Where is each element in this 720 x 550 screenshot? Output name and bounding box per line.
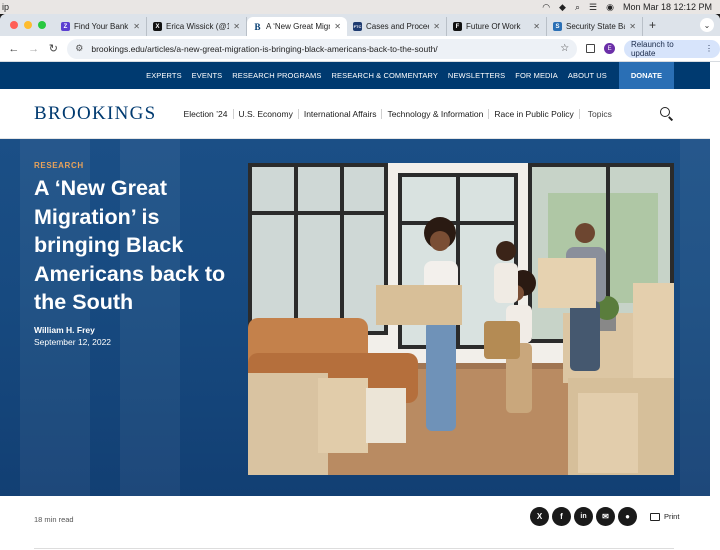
share-facebook-icon[interactable]: f [552,507,571,526]
share-reddit-icon[interactable]: ● [618,507,637,526]
tab-favicon-icon: S [553,22,562,31]
tab-close-icon[interactable]: ✕ [233,22,240,31]
donate-button[interactable]: DONATE [618,62,674,89]
hero-photo [248,163,674,475]
brookings-logo[interactable]: BROOKINGS [34,103,157,125]
share-x-icon[interactable]: X [530,507,549,526]
printer-icon [650,512,660,521]
share-bar: X f in ✉ ● Print [530,507,679,526]
utility-link-research-commentary[interactable]: RESEARCH & COMMENTARY [332,71,438,80]
article-meta-bar: 18 min read X f in ✉ ● Print [0,496,710,550]
tab-favicon-icon: F [453,22,462,31]
browser-toolbar: ← → ↻ ⚙ brookings.edu/articles/a-new-gre… [0,36,720,62]
article-headline: A ‘New Great Migration’ is bringing Blac… [34,176,226,314]
tab-close-icon[interactable]: ✕ [629,22,636,31]
tab-title: Find Your Bank | Ze [74,22,129,31]
article-author[interactable]: William H. Frey [34,325,95,335]
wifi-icon[interactable]: ◠ [542,2,550,12]
side-panel-icon[interactable] [586,44,596,53]
dropbox-icon[interactable]: ◆ [559,2,566,12]
tab-favicon-icon: Z [61,22,70,31]
tab-close-icon[interactable]: ✕ [133,22,140,31]
browser-window: Z Find Your Bank | Ze ✕ X Erica Wissick … [0,14,720,550]
article-category[interactable]: RESEARCH [34,161,84,170]
web-page: EXPERTS EVENTS RESEARCH PROGRAMS RESEARC… [0,62,720,550]
tab-title: Erica Wissick (@110 [166,22,229,31]
utility-link-events[interactable]: EVENTS [192,71,223,80]
window-controls [0,21,55,29]
family-moving-boxes-photo [248,163,674,475]
profile-avatar[interactable]: E [604,43,615,54]
relaunch-button[interactable]: Relaunch to update ⋮ [623,39,720,58]
utility-link-about-us[interactable]: ABOUT US [568,71,607,80]
spotlight-icon[interactable]: ⌕ [575,2,580,12]
nav-item-us-economy[interactable]: U.S. Economy [234,108,299,119]
print-button[interactable]: Print [650,512,679,521]
siri-icon[interactable]: ◉ [606,2,614,12]
nav-item-topics[interactable]: Topics [580,109,617,119]
tab-close-icon[interactable]: ✕ [433,22,440,31]
close-window-button[interactable] [10,21,18,29]
tab-favicon-icon: FTC [353,22,362,31]
utility-link-experts[interactable]: EXPERTS [146,71,182,80]
address-url: brookings.edu/articles/a-new-great-migra… [91,43,438,54]
nav-item-election[interactable]: Election ’24 [179,108,234,119]
tab-close-icon[interactable]: ✕ [334,22,341,31]
address-bar[interactable]: ⚙ brookings.edu/articles/a-new-great-mig… [67,38,578,59]
article-hero: RESEARCH A ‘New Great Migration’ is brin… [0,139,710,496]
tab-favicon-icon: B [253,21,262,32]
bookmark-star-icon[interactable]: ☆ [560,43,569,54]
share-email-icon[interactable]: ✉ [596,507,615,526]
utility-link-research-programs[interactable]: RESEARCH PROGRAMS [232,71,321,80]
read-time: 18 min read [34,515,74,524]
utility-link-newsletters[interactable]: NEWSLETTERS [448,71,505,80]
tab-close-icon[interactable]: ✕ [533,22,540,31]
browser-tab[interactable]: S Security State Bank ✕ [547,17,643,36]
more-menu-icon[interactable]: ⋮ [705,44,713,53]
new-tab-button[interactable]: + [643,18,662,32]
zoom-window-button[interactable] [38,21,46,29]
divider [34,548,674,549]
back-arrow-icon[interactable]: ← [4,43,24,55]
tab-title: A ‘New Great Migra [266,22,331,31]
browser-tab[interactable]: X Erica Wissick (@110 ✕ [147,17,247,36]
nav-item-race-public-policy[interactable]: Race in Public Policy [489,108,580,119]
tab-strip: Z Find Your Bank | Ze ✕ X Erica Wissick … [0,14,720,36]
tab-search-chevron-icon[interactable]: ⌄ [700,18,714,32]
macos-menubar: ip ◠ ◆ ⌕ ☰ ◉ Mon Mar 18 12:12 PM [0,0,720,14]
utility-link-for-media[interactable]: FOR MEDIA [515,71,558,80]
forward-arrow-icon[interactable]: → [24,43,44,55]
browser-tab[interactable]: FTC Cases and Proceedi ✕ [347,17,447,36]
nav-item-international-affairs[interactable]: International Affairs [299,108,383,119]
search-icon[interactable] [660,106,674,121]
tab-title: Future Of Work [466,22,521,31]
share-linkedin-icon[interactable]: in [574,507,593,526]
reload-icon[interactable]: ↻ [44,42,64,55]
tab-title: Cases and Proceedi [366,22,429,31]
control-center-icon[interactable]: ☰ [589,2,597,12]
utility-nav: EXPERTS EVENTS RESEARCH PROGRAMS RESEARC… [0,62,710,89]
page-right-edge [710,62,720,550]
tab-title: Security State Bank [566,22,625,31]
tab-favicon-icon: X [153,22,162,31]
article-date: September 12, 2022 [34,337,112,347]
print-label: Print [664,512,680,521]
browser-tab[interactable]: Z Find Your Bank | Ze ✕ [55,17,147,36]
main-nav: BROOKINGS Election ’24 U.S. Economy Inte… [0,89,710,139]
menubar-app-name[interactable]: ip [0,2,9,12]
nav-item-technology[interactable]: Technology & Information [382,108,490,119]
browser-tab-active[interactable]: B A ‘New Great Migra ✕ [247,17,347,36]
minimize-window-button[interactable] [24,21,32,29]
browser-tab[interactable]: F Future Of Work ✕ [447,17,547,36]
menubar-clock[interactable]: Mon Mar 18 12:12 PM [623,2,712,12]
relaunch-label: Relaunch to update [630,39,674,58]
site-info-icon[interactable]: ⚙ [75,43,83,54]
